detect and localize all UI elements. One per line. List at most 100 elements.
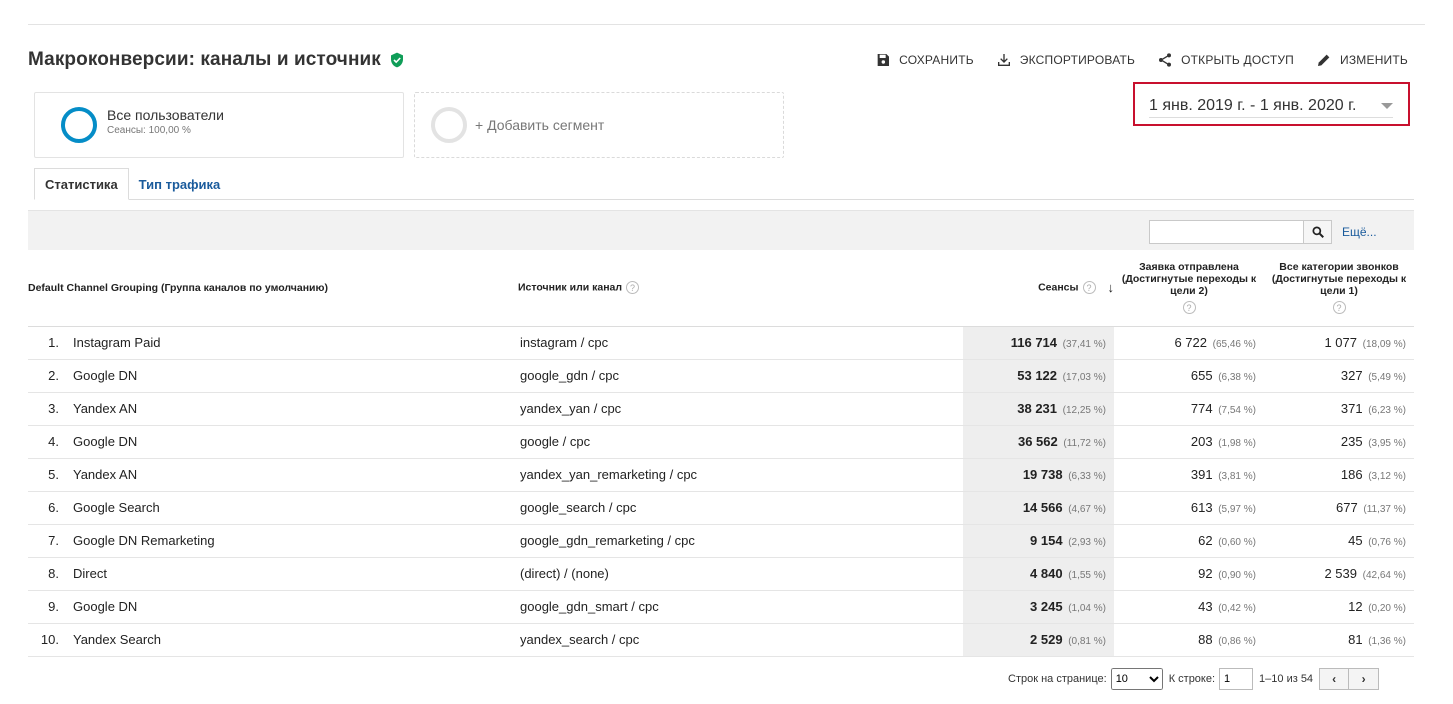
row-index: 3. <box>28 392 67 426</box>
goal1-cell: 2 539 (42,64 %) <box>1264 557 1414 591</box>
source-cell[interactable]: yandex_search / cpc <box>518 623 963 657</box>
column-header-goal2[interactable]: Заявка отправлена (Достигнутые переходы … <box>1114 250 1264 327</box>
goal2-value: 391 <box>1190 467 1213 482</box>
channel-cell[interactable]: Yandex Search <box>67 623 518 657</box>
table-row[interactable]: 8. Direct (direct) / (none) 4 840 (1,55 %) 9… <box>28 557 1414 591</box>
help-icon[interactable]: ? <box>626 281 640 295</box>
report-title: Макроконверсии: каналы и источник <box>28 49 381 70</box>
channel-cell[interactable]: Google Search <box>67 491 518 525</box>
table-row[interactable]: 3. Yandex AN yandex_yan / cpc 38 231 (12,25… <box>28 392 1414 426</box>
export-button[interactable]: ЭКСПОРТИРОВАТЬ <box>996 52 1135 68</box>
goal2-cell: 6 722 (65,46 %) <box>1114 326 1264 360</box>
table-row[interactable]: 10. Yandex Search yandex_search / cpc 2 529… <box>28 623 1414 657</box>
goal2-cell: 613 (5,97 %) <box>1114 491 1264 525</box>
help-icon[interactable]: ? <box>1182 301 1196 315</box>
row-index: 1. <box>28 326 67 360</box>
edit-button[interactable]: ИЗМЕНИТЬ <box>1316 52 1408 68</box>
source-cell[interactable]: google_gdn_remarketing / cpc <box>518 524 963 558</box>
tab-traffic-type[interactable]: Тип трафика <box>129 168 231 200</box>
row-index: 5. <box>28 458 67 492</box>
sessions-percent: (11,72 %) <box>1063 438 1106 449</box>
goal1-percent: (6,23 %) <box>1368 405 1406 416</box>
table-row[interactable]: 2. Google DN google_gdn / cpc 53 122 (17,03… <box>28 359 1414 393</box>
channel-cell[interactable]: Google DN <box>67 425 518 459</box>
channel-cell[interactable]: Direct <box>67 557 518 591</box>
source-cell[interactable]: yandex_yan / cpc <box>518 392 963 426</box>
date-range-picker[interactable]: 1 янв. 2019 г. - 1 янв. 2020 г. <box>1149 94 1393 118</box>
sort-desc-icon[interactable]: ↓ <box>1108 280 1115 295</box>
row-range: 1–10 из 54 <box>1259 673 1314 685</box>
next-page-button[interactable]: › <box>1349 668 1380 690</box>
segment-all-users[interactable]: Все пользователи Сеансы: 100,00 % <box>34 92 404 158</box>
channel-cell[interactable]: Google DN <box>67 590 518 624</box>
segment-sessions: Сеансы: 100,00 % <box>107 124 191 136</box>
rows-per-page-select[interactable]: 10 <box>1110 668 1163 690</box>
search-button[interactable] <box>1304 220 1332 244</box>
goal2-percent: (0,42 %) <box>1218 603 1256 614</box>
goal1-value: 677 <box>1336 500 1358 515</box>
source-cell[interactable]: google_gdn / cpc <box>518 359 963 393</box>
source-cell[interactable]: google_gdn_smart / cpc <box>518 590 963 624</box>
source-cell[interactable]: google / cpc <box>518 425 963 459</box>
goal1-percent: (0,20 %) <box>1368 603 1406 614</box>
channel-cell[interactable]: Instagram Paid <box>67 326 518 360</box>
chevron-down-icon <box>1381 102 1393 109</box>
source-cell[interactable]: instagram / cpc <box>518 326 963 360</box>
table-row[interactable]: 7. Google DN Remarketing google_gdn_remark… <box>28 524 1414 558</box>
goal2-value: 6 722 <box>1174 335 1208 350</box>
segment-ring-icon <box>61 107 97 143</box>
tab-statistics[interactable]: Статистика <box>34 168 129 200</box>
goal1-cell: 81 (1,36 %) <box>1264 623 1414 657</box>
more-options-link[interactable]: Ещё... <box>1342 225 1377 239</box>
goal1-cell: 327 (5,49 %) <box>1264 359 1414 393</box>
search-input[interactable] <box>1149 220 1304 244</box>
column-header-sessions[interactable]: Сеансы? ↓ <box>963 250 1115 327</box>
source-cell[interactable]: google_search / cpc <box>518 491 963 525</box>
goto-row-input[interactable] <box>1219 668 1254 690</box>
channel-cell[interactable]: Yandex AN <box>67 458 518 492</box>
goal1-cell: 371 (6,23 %) <box>1264 392 1414 426</box>
column-header-goal1[interactable]: Все категории звонков (Достигнутые перех… <box>1264 250 1414 327</box>
row-index: 4. <box>28 425 67 459</box>
goal1-value: 235 <box>1340 434 1363 449</box>
table-row[interactable]: 1. Instagram Paid instagram / cpc 116 714 (… <box>28 326 1414 360</box>
goal2-cell: 43 (0,42 %) <box>1114 590 1264 624</box>
column-header-source[interactable]: Источник или канал? <box>518 250 963 327</box>
goal1-value: 371 <box>1340 401 1363 416</box>
share-button[interactable]: ОТКРЫТЬ ДОСТУП <box>1157 52 1294 68</box>
table-toolbar: Ещё... <box>28 210 1414 250</box>
goal1-percent: (11,37 %) <box>1363 504 1406 515</box>
source-cell[interactable]: (direct) / (none) <box>518 557 963 591</box>
sessions-value: 3 245 <box>1030 599 1063 614</box>
row-index: 6. <box>28 491 67 525</box>
sessions-cell: 3 245 (1,04 %) <box>963 590 1114 624</box>
column-header-channel[interactable]: Default Channel Grouping (Группа каналов… <box>28 250 518 327</box>
channel-cell[interactable]: Yandex AN <box>67 392 518 426</box>
goal2-value: 774 <box>1190 401 1213 416</box>
table-row[interactable]: 6. Google Search google_search / cpc 14 566… <box>28 491 1414 525</box>
add-segment-button[interactable]: + Добавить сегмент <box>414 92 784 158</box>
goal2-cell: 203 (1,98 %) <box>1114 425 1264 459</box>
verified-check-icon <box>390 52 403 68</box>
sessions-cell: 36 562 (11,72 %) <box>963 425 1114 459</box>
channel-cell[interactable]: Google DN Remarketing <box>67 524 518 558</box>
channel-cell[interactable]: Google DN <box>67 359 518 393</box>
goal1-cell: 1 077 (18,09 %) <box>1264 326 1414 360</box>
save-button[interactable]: СОХРАНИТЬ <box>875 52 974 68</box>
table-row[interactable]: 9. Google DN google_gdn_smart / cpc 3 245 (… <box>28 590 1414 624</box>
goal2-cell: 92 (0,90 %) <box>1114 557 1264 591</box>
help-icon[interactable]: ? <box>1332 301 1346 315</box>
goal1-cell: 186 (3,12 %) <box>1264 458 1414 492</box>
export-label: ЭКСПОРТИРОВАТЬ <box>1019 53 1136 67</box>
goal2-percent: (7,54 %) <box>1218 405 1256 416</box>
prev-page-button[interactable]: ‹ <box>1319 668 1350 690</box>
goto-row-label: К строке: <box>1168 673 1216 685</box>
source-cell[interactable]: yandex_yan_remarketing / cpc <box>518 458 963 492</box>
row-index: 7. <box>28 524 67 558</box>
goal1-value: 12 <box>1348 599 1363 614</box>
table-row[interactable]: 4. Google DN google / cpc 36 562 (11,72 %) 2… <box>28 425 1414 459</box>
goal1-percent: (42,64 %) <box>1362 570 1406 581</box>
table-row[interactable]: 5. Yandex AN yandex_yan_remarketing / cpc 1… <box>28 458 1414 492</box>
help-icon[interactable]: ? <box>1082 281 1096 295</box>
goal1-cell: 12 (0,20 %) <box>1264 590 1414 624</box>
